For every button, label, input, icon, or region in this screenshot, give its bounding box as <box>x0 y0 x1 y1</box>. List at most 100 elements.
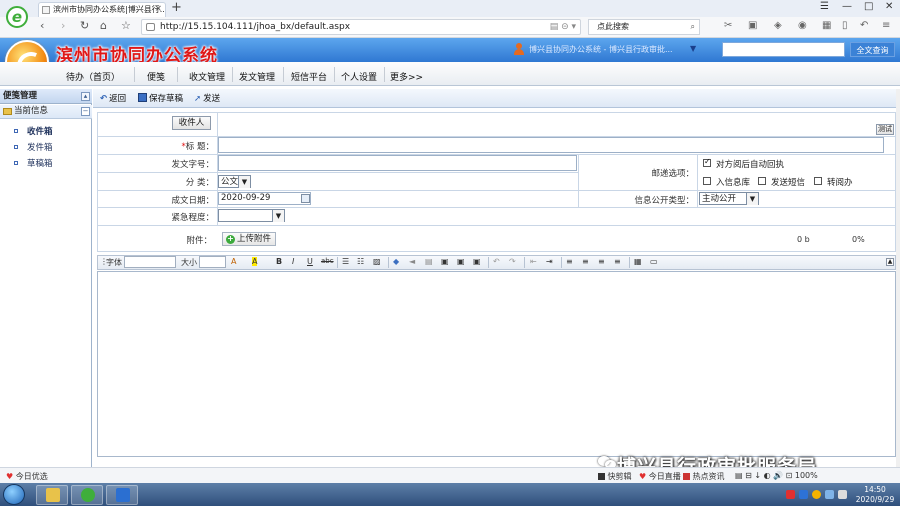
ordered-list-icon[interactable]: ☰ <box>342 257 349 266</box>
transfer-checkbox[interactable] <box>814 177 822 185</box>
paste-text-icon[interactable]: ▣ <box>457 257 465 266</box>
recipient-button[interactable]: 收件人 <box>172 116 211 130</box>
indent-icon[interactable]: ⇥ <box>546 257 553 266</box>
strikethrough-icon[interactable]: abc <box>321 257 334 265</box>
sidebar-group-current[interactable]: 当前信息 − <box>0 105 92 119</box>
tray-network-icon[interactable] <box>825 490 834 499</box>
home-icon[interactable]: ⌂ <box>100 19 107 32</box>
grid-icon[interactable]: ▦ <box>822 20 831 31</box>
shield-icon[interactable]: ◈ <box>774 20 782 31</box>
category-select[interactable]: 公文 ▼ <box>218 175 251 188</box>
cut-icon[interactable]: ✂ <box>724 20 732 31</box>
page-scrollbar[interactable] <box>896 89 900 467</box>
address-bar[interactable]: http://15.15.104.111/jhoa_bx/default.asp… <box>141 19 581 35</box>
favorite-star-icon[interactable]: ☆ <box>121 19 131 32</box>
status-quick-edit[interactable]: 快剪辑 <box>598 471 632 482</box>
send-button[interactable]: ➚ 发送 <box>194 92 220 104</box>
test-button[interactable]: 测试 <box>876 124 894 135</box>
doc-number-input[interactable] <box>218 155 577 171</box>
italic-icon[interactable]: I <box>292 257 294 266</box>
menu-item-sms[interactable]: 短信平台 <box>291 70 327 83</box>
auto-receipt-checkbox[interactable] <box>703 157 711 167</box>
highlight-color-icon[interactable]: A <box>252 257 258 266</box>
chevron-down-icon[interactable]: ▼ <box>690 44 696 53</box>
info-db-checkbox[interactable] <box>703 177 711 185</box>
align-center-icon[interactable]: ≡ <box>582 257 589 266</box>
status-news[interactable]: 热点资讯 <box>683 471 725 482</box>
tray-status-icon[interactable] <box>812 490 821 499</box>
tray-volume-icon[interactable] <box>838 490 847 499</box>
user-org-name[interactable]: 博兴县协同办公系统 - 博兴县行政审批... <box>529 44 673 55</box>
taskbar-browser[interactable] <box>71 485 103 505</box>
status-icons[interactable]: ▤ ⊟ ↓ ◐ 🔊 ⊡ 100% <box>735 471 818 480</box>
save-draft-button[interactable]: 保存草稿 <box>138 92 183 104</box>
tray-ime-icon[interactable] <box>799 490 808 499</box>
disclosure-select[interactable]: 主动公开 ▼ <box>699 192 759 205</box>
minimize-icon[interactable]: — <box>842 1 852 12</box>
menu-item-more[interactable]: 更多>> <box>390 70 423 83</box>
sidebar-item-sent[interactable]: 发件箱 <box>14 141 53 153</box>
undo-icon[interactable]: ↶ <box>860 20 868 31</box>
menu-item-notes[interactable]: 便笺 <box>147 70 165 83</box>
global-search-button[interactable]: 全文查询 <box>850 42 895 57</box>
sidebar-item-drafts[interactable]: 草稿箱 <box>14 157 53 169</box>
clock-date[interactable]: 2020/9/29 <box>852 495 898 504</box>
image-icon[interactable]: ▤ <box>425 257 433 266</box>
paste-icon[interactable]: ▣ <box>441 257 449 266</box>
forward-arrow-icon[interactable]: › <box>61 19 65 32</box>
align-right-icon[interactable]: ≡ <box>598 257 605 266</box>
menu-item-personal-settings[interactable]: 个人设置 <box>341 70 377 83</box>
bold-icon[interactable]: B <box>276 257 282 266</box>
outdent-icon[interactable]: ⇤ <box>530 257 537 266</box>
size-select[interactable] <box>199 256 226 268</box>
start-button[interactable] <box>3 484 25 505</box>
upload-attachment-button[interactable]: + 上传附件 <box>222 232 277 246</box>
unlink-icon[interactable]: ◄ <box>409 257 415 266</box>
new-tab-button[interactable]: + <box>171 0 182 15</box>
link-icon[interactable]: ◆ <box>393 257 399 266</box>
calendar-icon[interactable] <box>301 194 310 203</box>
back-arrow-icon[interactable]: ‹ <box>40 19 44 32</box>
align-left-icon[interactable]: ≡ <box>566 257 573 266</box>
undo-icon[interactable]: ↶ <box>493 257 500 266</box>
maximize-icon[interactable]: □ <box>864 1 873 12</box>
date-input[interactable]: 2020-09-29 <box>218 192 311 205</box>
underline-icon[interactable]: U <box>307 257 313 266</box>
reload-icon[interactable]: ↻ <box>80 19 89 32</box>
collapse-icon[interactable]: ▴ <box>81 92 90 101</box>
editor-content-area[interactable] <box>97 271 896 457</box>
align-justify-icon[interactable]: ≡ <box>614 257 621 266</box>
window-close-icon[interactable]: ✕ <box>885 1 893 12</box>
table-icon[interactable]: ▦ <box>634 257 642 266</box>
tray-app-icon[interactable] <box>786 490 795 499</box>
send-sms-checkbox[interactable] <box>758 177 766 185</box>
browser-tab[interactable]: 滨州市协同办公系统|博兴县行... × <box>38 2 166 17</box>
unordered-list-icon[interactable]: ☷ <box>357 257 364 266</box>
address-actions-icon[interactable]: ▤ ⊝ ▾ <box>550 20 576 34</box>
extension-icon[interactable]: ▣ <box>748 20 757 31</box>
browser-search-box[interactable]: 点此搜索 ⌕ <box>588 19 700 35</box>
bookmark-icon[interactable]: ▯ <box>842 20 848 31</box>
today-picks-link[interactable]: ♥ 今日优选 <box>6 471 48 482</box>
menu-item-todo[interactable]: 待办（首页） <box>66 70 120 83</box>
expand-editor-icon[interactable]: ▲ <box>886 258 894 266</box>
font-color-icon[interactable]: A <box>231 257 236 266</box>
title-input[interactable] <box>218 137 884 153</box>
back-button[interactable]: ↶ 返回 <box>100 92 126 104</box>
game-icon[interactable]: ◉ <box>798 20 807 31</box>
menu-icon[interactable]: ☰ <box>820 1 829 12</box>
menu-item-outgoing-docs[interactable]: 发文管理 <box>239 70 275 83</box>
urgency-select[interactable]: ▼ <box>218 209 285 222</box>
collapse-group-icon[interactable]: − <box>81 107 90 116</box>
search-icon[interactable]: ⌕ <box>691 20 695 34</box>
font-select[interactable] <box>124 256 176 268</box>
status-live[interactable]: ♥ 今日直播 <box>639 471 681 482</box>
sidebar-item-inbox[interactable]: 收件箱 <box>14 125 53 137</box>
taskbar-wps[interactable] <box>106 485 138 505</box>
tab-close-icon[interactable]: × <box>154 3 162 16</box>
clear-format-icon[interactable]: ▨ <box>373 257 381 266</box>
browser-menu-icon[interactable]: ≡ <box>882 20 890 31</box>
taskbar-explorer[interactable] <box>36 485 68 505</box>
clock-time[interactable]: 14:50 <box>852 485 898 494</box>
paste-word-icon[interactable]: ▣ <box>473 257 481 266</box>
